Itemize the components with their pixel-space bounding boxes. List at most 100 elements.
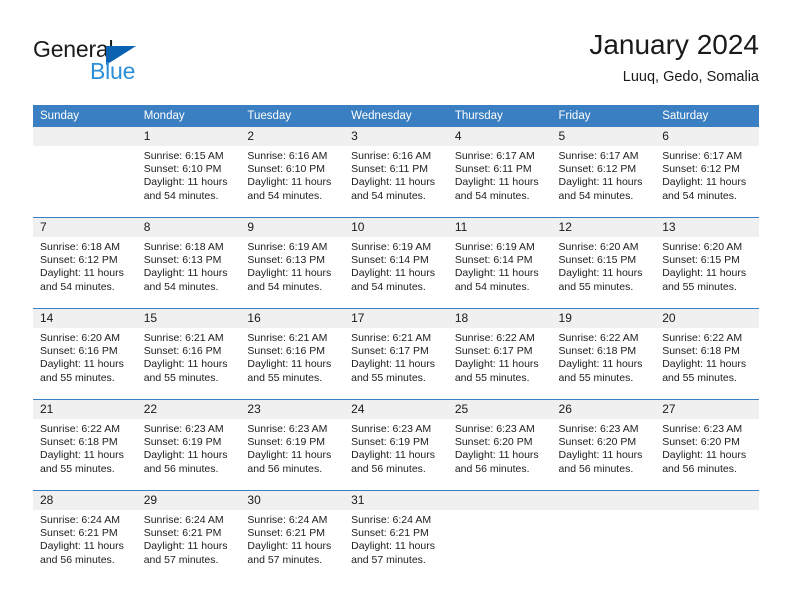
day-sunrise-text: Sunrise: 6:24 AM bbox=[40, 514, 120, 526]
day-details: Sunrise: 6:19 AM Sunset: 6:14 PM Daylight:… bbox=[344, 237, 448, 294]
day-daylight2-text: and 56 minutes. bbox=[558, 462, 634, 475]
calendar-day-cell[interactable]: 14 Sunrise: 6:20 AM Sunset: 6:16 PM Dayligh… bbox=[33, 308, 137, 400]
calendar-day-cell[interactable]: 23 Sunrise: 6:23 AM Sunset: 6:19 PM Dayligh… bbox=[240, 399, 345, 491]
calendar-day-cell[interactable]: 8 Sunrise: 6:18 AM Sunset: 6:13 PM Daylight… bbox=[136, 217, 241, 309]
day-sunrise-text: Sunrise: 6:23 AM bbox=[351, 423, 432, 435]
general-blue-logo[interactable]: General Blue bbox=[33, 36, 253, 88]
day-number: 5 bbox=[551, 127, 656, 146]
day-sunset-text: Sunset: 6:21 PM bbox=[351, 527, 429, 540]
day-details: Sunrise: 6:22 AM Sunset: 6:18 PM Daylight:… bbox=[655, 328, 759, 385]
calendar-day-cell[interactable]: 24 Sunrise: 6:23 AM Sunset: 6:19 PM Dayligh… bbox=[344, 399, 448, 491]
day-details: Sunrise: 6:23 AM Sunset: 6:19 PM Daylight:… bbox=[240, 419, 344, 476]
calendar-day-cell[interactable]: 21 Sunrise: 6:22 AM Sunset: 6:18 PM Dayligh… bbox=[33, 399, 137, 491]
calendar-day-cell[interactable]: 10 Sunrise: 6:19 AM Sunset: 6:14 PM Dayligh… bbox=[344, 217, 448, 309]
day-details: Sunrise: 6:24 AM Sunset: 6:21 PM Daylight:… bbox=[33, 510, 137, 567]
calendar-day-cell[interactable]: 19 Sunrise: 6:22 AM Sunset: 6:18 PM Dayligh… bbox=[551, 308, 656, 400]
day-sunset-text: Sunset: 6:12 PM bbox=[662, 163, 740, 176]
logo-text-blue: Blue bbox=[90, 58, 136, 84]
calendar-grid: Sunday Monday Tuesday Wednesday Thursday Frid… bbox=[33, 105, 759, 581]
day-details: Sunrise: 6:23 AM Sunset: 6:20 PM Daylight:… bbox=[448, 419, 552, 476]
calendar-day-cell[interactable]: 12 Sunrise: 6:20 AM Sunset: 6:15 PM Dayligh… bbox=[551, 217, 656, 309]
calendar-day-cell[interactable]: 30 Sunrise: 6:24 AM Sunset: 6:21 PM Dayligh… bbox=[240, 490, 345, 581]
day-sunrise-text: Sunrise: 6:15 AM bbox=[143, 150, 224, 162]
calendar-day-cell[interactable]: 16 Sunrise: 6:21 AM Sunset: 6:16 PM Dayligh… bbox=[240, 308, 345, 400]
day-daylight2-text: and 55 minutes. bbox=[40, 462, 115, 475]
page-header: General Blue January 2024 Luuq, Gedo, So… bbox=[33, 28, 759, 90]
day-sunset-text: Sunset: 6:18 PM bbox=[40, 436, 118, 449]
calendar-day-cell[interactable]: 31 Sunrise: 6:24 AM Sunset: 6:21 PM Dayligh… bbox=[344, 490, 448, 581]
day-daylight1-text: Daylight: 11 hours bbox=[454, 358, 539, 371]
day-daylight1-text: Daylight: 11 hours bbox=[454, 176, 539, 189]
day-sunset-text: Sunset: 6:21 PM bbox=[143, 527, 222, 540]
day-daylight2-text: and 54 minutes. bbox=[143, 280, 219, 293]
weekday-header: Sunday Monday Tuesday Wednesday Thursday Frid… bbox=[33, 105, 759, 127]
calendar-day-cell[interactable]: 3 Sunrise: 6:16 AM Sunset: 6:11 PM Daylight… bbox=[344, 127, 448, 218]
calendar-header-row: Sunday Monday Tuesday Wednesday Thursday Frid… bbox=[33, 105, 759, 127]
day-sunset-text: Sunset: 6:20 PM bbox=[454, 436, 533, 449]
calendar-day-cell[interactable]: 5 Sunrise: 6:17 AM Sunset: 6:12 PM Daylight… bbox=[551, 127, 656, 218]
calendar-day-cell[interactable]: 28 Sunrise: 6:24 AM Sunset: 6:21 PM Dayligh… bbox=[33, 490, 137, 581]
calendar-day-cell[interactable]: 6 Sunrise: 6:17 AM Sunset: 6:12 PM Daylight… bbox=[655, 127, 759, 218]
day-daylight2-text: and 57 minutes. bbox=[351, 553, 426, 566]
calendar-day-cell[interactable]: 13 Sunrise: 6:20 AM Sunset: 6:15 PM Dayligh… bbox=[655, 217, 759, 309]
day-sunrise-text: Sunrise: 6:17 AM bbox=[662, 150, 743, 162]
day-daylight1-text: Daylight: 11 hours bbox=[247, 267, 332, 280]
day-sunset-text: Sunset: 6:15 PM bbox=[662, 254, 740, 267]
calendar-day-cell-empty bbox=[551, 490, 656, 581]
day-sunrise-text: Sunrise: 6:24 AM bbox=[247, 514, 328, 526]
day-number: 28 bbox=[33, 491, 137, 510]
day-daylight1-text: Daylight: 11 hours bbox=[351, 358, 435, 371]
day-sunset-text: Sunset: 6:15 PM bbox=[558, 254, 637, 267]
calendar-day-cell[interactable]: 17 Sunrise: 6:21 AM Sunset: 6:17 PM Dayligh… bbox=[344, 308, 448, 400]
day-details: Sunrise: 6:22 AM Sunset: 6:18 PM Daylight:… bbox=[33, 419, 137, 476]
calendar-day-cell[interactable]: 15 Sunrise: 6:21 AM Sunset: 6:16 PM Dayligh… bbox=[136, 308, 241, 400]
day-number: 6 bbox=[655, 127, 759, 146]
day-daylight1-text: Daylight: 11 hours bbox=[662, 267, 747, 280]
day-daylight2-text: and 56 minutes. bbox=[40, 553, 115, 566]
day-daylight2-text: and 55 minutes. bbox=[558, 371, 634, 384]
calendar-day-cell[interactable]: 1 Sunrise: 6:15 AM Sunset: 6:10 PM Daylight… bbox=[136, 127, 241, 218]
calendar-day-cell-empty bbox=[33, 127, 137, 218]
calendar-day-cell[interactable]: 18 Sunrise: 6:22 AM Sunset: 6:17 PM Dayligh… bbox=[447, 308, 552, 400]
day-details: Sunrise: 6:24 AM Sunset: 6:21 PM Daylight:… bbox=[137, 510, 241, 567]
weekday-header-friday: Friday bbox=[551, 105, 656, 127]
calendar-day-cell[interactable]: 25 Sunrise: 6:23 AM Sunset: 6:20 PM Dayligh… bbox=[447, 399, 552, 491]
day-sunrise-text: Sunrise: 6:21 AM bbox=[247, 332, 328, 344]
day-sunrise-text: Sunrise: 6:23 AM bbox=[247, 423, 328, 435]
day-sunset-text: Sunset: 6:19 PM bbox=[143, 436, 222, 449]
day-sunset-text: Sunset: 6:16 PM bbox=[143, 345, 222, 358]
day-sunset-text: Sunset: 6:14 PM bbox=[454, 254, 533, 267]
day-daylight2-text: and 55 minutes. bbox=[558, 280, 634, 293]
calendar-day-cell[interactable]: 11 Sunrise: 6:19 AM Sunset: 6:14 PM Dayligh… bbox=[447, 217, 552, 309]
calendar-week-row: 14 Sunrise: 6:20 AM Sunset: 6:16 PM Dayligh… bbox=[33, 308, 759, 400]
day-details: Sunrise: 6:21 AM Sunset: 6:16 PM Daylight:… bbox=[240, 328, 344, 385]
weekday-header-tuesday: Tuesday bbox=[240, 105, 345, 127]
calendar-day-cell[interactable]: 27 Sunrise: 6:23 AM Sunset: 6:20 PM Dayligh… bbox=[655, 399, 759, 491]
calendar-day-cell[interactable]: 26 Sunrise: 6:23 AM Sunset: 6:20 PM Dayligh… bbox=[551, 399, 656, 491]
day-details: Sunrise: 6:16 AM Sunset: 6:11 PM Daylight:… bbox=[344, 146, 448, 203]
calendar-day-cell[interactable]: 7 Sunrise: 6:18 AM Sunset: 6:12 PM Daylight… bbox=[33, 217, 137, 309]
day-number: 17 bbox=[344, 309, 448, 328]
day-number: 2 bbox=[240, 127, 345, 146]
day-daylight2-text: and 54 minutes. bbox=[558, 189, 634, 202]
day-daylight2-text: and 54 minutes. bbox=[40, 280, 115, 293]
calendar-day-cell[interactable]: 22 Sunrise: 6:23 AM Sunset: 6:19 PM Dayligh… bbox=[136, 399, 241, 491]
calendar-day-cell[interactable]: 20 Sunrise: 6:22 AM Sunset: 6:18 PM Dayligh… bbox=[655, 308, 759, 400]
day-sunset-text: Sunset: 6:13 PM bbox=[247, 254, 326, 267]
day-number: 26 bbox=[551, 400, 656, 419]
calendar-day-cell[interactable]: 2 Sunrise: 6:16 AM Sunset: 6:10 PM Daylight… bbox=[240, 127, 345, 218]
weekday-header-thursday: Thursday bbox=[447, 105, 552, 127]
day-daylight1-text: Daylight: 11 hours bbox=[454, 267, 539, 280]
day-number: 9 bbox=[240, 218, 345, 237]
day-sunset-text: Sunset: 6:21 PM bbox=[40, 527, 118, 540]
day-sunrise-text: Sunrise: 6:17 AM bbox=[454, 150, 535, 162]
day-number: 31 bbox=[344, 491, 448, 510]
day-number: 13 bbox=[655, 218, 759, 237]
calendar-day-cell[interactable]: 29 Sunrise: 6:24 AM Sunset: 6:21 PM Dayligh… bbox=[136, 490, 241, 581]
calendar-day-cell[interactable]: 4 Sunrise: 6:17 AM Sunset: 6:11 PM Daylight… bbox=[447, 127, 552, 218]
day-sunrise-text: Sunrise: 6:22 AM bbox=[662, 332, 743, 344]
calendar-day-cell[interactable]: 9 Sunrise: 6:19 AM Sunset: 6:13 PM Daylight… bbox=[240, 217, 345, 309]
weekday-header-wednesday: Wednesday bbox=[344, 105, 448, 127]
day-sunrise-text: Sunrise: 6:20 AM bbox=[662, 241, 743, 253]
day-details: Sunrise: 6:24 AM Sunset: 6:21 PM Daylight:… bbox=[344, 510, 448, 567]
